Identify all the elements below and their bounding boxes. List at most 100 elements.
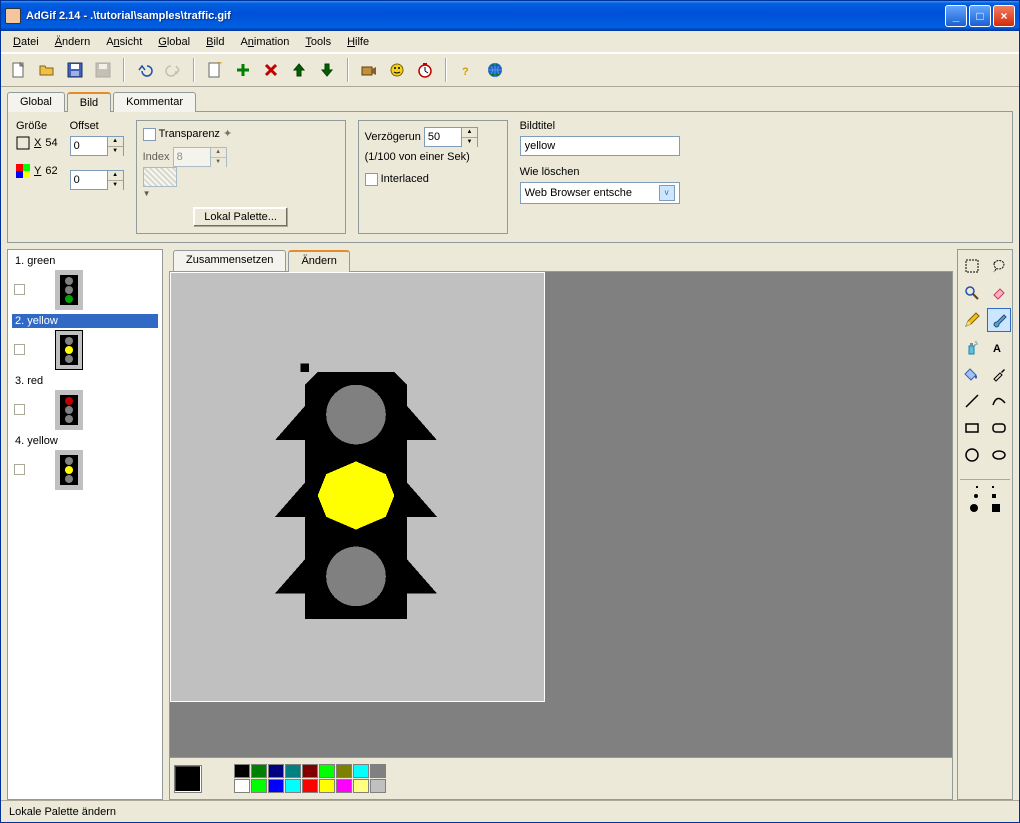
tab-global[interactable]: Global — [7, 92, 65, 112]
brush-size-2-sq[interactable] — [992, 494, 996, 498]
color-swatch[interactable] — [251, 779, 267, 793]
color-swatch[interactable] — [353, 764, 369, 778]
menu-ansicht[interactable]: Ansicht — [98, 34, 150, 50]
offset-y-input[interactable] — [71, 171, 107, 189]
brush-size-3[interactable] — [970, 504, 978, 512]
frame-item-3[interactable]: 3. red — [12, 374, 158, 430]
transparent-swatch[interactable] — [143, 167, 177, 187]
spray-icon[interactable] — [960, 335, 984, 359]
delay-input[interactable] — [425, 128, 461, 146]
color-swatch[interactable] — [251, 764, 267, 778]
delete-icon[interactable] — [259, 58, 283, 82]
new-icon[interactable] — [7, 58, 31, 82]
rounded-rect-icon[interactable] — [987, 416, 1011, 440]
color-swatch[interactable] — [285, 779, 301, 793]
spin-down-icon[interactable]: ▼ — [462, 138, 477, 147]
spin-up-icon[interactable]: ▲ — [108, 171, 123, 181]
interlaced-checkbox[interactable]: Interlaced — [365, 173, 429, 185]
bildtitel-input[interactable] — [520, 136, 680, 156]
fill-icon[interactable] — [960, 362, 984, 386]
spin-up-icon[interactable]: ▲ — [462, 128, 477, 138]
frame-checkbox[interactable] — [14, 464, 25, 475]
menu-tools[interactable]: Tools — [297, 34, 339, 50]
color-swatch[interactable] — [319, 779, 335, 793]
frame-item-4[interactable]: 4. yellow — [12, 434, 158, 490]
frame-thumbnail[interactable] — [55, 270, 83, 310]
frame-checkbox[interactable] — [14, 344, 25, 355]
color-swatch[interactable] — [370, 764, 386, 778]
chevron-down-icon[interactable]: v — [659, 185, 675, 201]
color-swatch[interactable] — [353, 779, 369, 793]
frame-checkbox[interactable] — [14, 404, 25, 415]
frame-checkbox[interactable] — [14, 284, 25, 295]
line-icon[interactable] — [960, 389, 984, 413]
transparenz-checkbox[interactable]: Transparenz — [143, 128, 220, 140]
color-swatch[interactable] — [268, 764, 284, 778]
camera-icon[interactable] — [357, 58, 381, 82]
eyedropper-icon[interactable] — [987, 362, 1011, 386]
frame-item-2[interactable]: 2. yellow — [12, 314, 158, 370]
close-button[interactable]: × — [993, 5, 1015, 27]
menu-hilfe[interactable]: Hilfe — [339, 34, 377, 50]
frame-thumbnail[interactable] — [55, 450, 83, 490]
offset-x-input[interactable] — [71, 137, 107, 155]
help-icon[interactable]: ? — [455, 58, 479, 82]
frame-item-1[interactable]: 1. green — [12, 254, 158, 310]
eraser-icon[interactable] — [987, 281, 1011, 305]
lokal-palette-button[interactable]: Lokal Palette... — [193, 207, 288, 227]
curve-icon[interactable] — [987, 389, 1011, 413]
pencil-icon[interactable] — [960, 308, 984, 332]
brush-size-3-sq[interactable] — [992, 504, 1000, 512]
canvas[interactable] — [170, 272, 545, 702]
frame-list[interactable]: 1. green 2. yellow 3. red 4. yellow — [7, 249, 163, 800]
brush-size-2[interactable] — [974, 494, 978, 498]
web-icon[interactable] — [483, 58, 507, 82]
maximize-button[interactable]: □ — [969, 5, 991, 27]
tab-zusammensetzen[interactable]: Zusammensetzen — [173, 250, 286, 272]
save-icon[interactable] — [63, 58, 87, 82]
frame-thumbnail[interactable] — [55, 390, 83, 430]
ellipse-icon[interactable] — [987, 443, 1011, 467]
color-swatch[interactable] — [268, 779, 284, 793]
color-swatch[interactable] — [302, 764, 318, 778]
select-rect-icon[interactable] — [960, 254, 984, 278]
circle-icon[interactable] — [960, 443, 984, 467]
color-swatch[interactable] — [234, 764, 250, 778]
open-icon[interactable] — [35, 58, 59, 82]
spin-up-icon[interactable]: ▲ — [108, 137, 123, 147]
zoom-icon[interactable] — [960, 281, 984, 305]
color-swatch[interactable] — [370, 779, 386, 793]
timer-icon[interactable] — [413, 58, 437, 82]
menu-datei[interactable]: Datei — [5, 34, 47, 50]
move-up-icon[interactable] — [287, 58, 311, 82]
color-swatch[interactable] — [234, 779, 250, 793]
color-swatch[interactable] — [302, 779, 318, 793]
menu-bild[interactable]: Bild — [198, 34, 232, 50]
menu-global[interactable]: Global — [150, 34, 198, 50]
color-swatch[interactable] — [336, 764, 352, 778]
move-down-icon[interactable] — [315, 58, 339, 82]
rect-icon[interactable] — [960, 416, 984, 440]
disposal-combo[interactable]: Web Browser entschev — [520, 182, 680, 204]
color-swatch[interactable] — [336, 779, 352, 793]
lasso-icon[interactable] — [987, 254, 1011, 278]
undo-icon[interactable] — [133, 58, 157, 82]
new-frame-icon[interactable]: * — [203, 58, 227, 82]
offset-y-spinner[interactable]: ▲▼ — [70, 170, 124, 190]
brush-icon[interactable] — [987, 308, 1011, 332]
offset-x-spinner[interactable]: ▲▼ — [70, 136, 124, 156]
brush-size-1[interactable] — [976, 486, 978, 488]
tab-kommentar[interactable]: Kommentar — [113, 92, 196, 112]
preview-icon[interactable] — [385, 58, 409, 82]
menu-aendern[interactable]: Ändern — [47, 34, 98, 50]
current-color-swatch[interactable] — [174, 765, 202, 793]
wand-icon[interactable]: ✦ — [223, 128, 232, 140]
frame-thumbnail[interactable] — [55, 330, 83, 370]
delay-spinner[interactable]: ▲▼ — [424, 127, 478, 147]
add-icon[interactable] — [231, 58, 255, 82]
color-swatch[interactable] — [319, 764, 335, 778]
spin-down-icon[interactable]: ▼ — [108, 147, 123, 156]
tab-bild[interactable]: Bild — [67, 92, 111, 112]
minimize-button[interactable]: _ — [945, 5, 967, 27]
brush-size-1-sq[interactable] — [992, 486, 994, 488]
